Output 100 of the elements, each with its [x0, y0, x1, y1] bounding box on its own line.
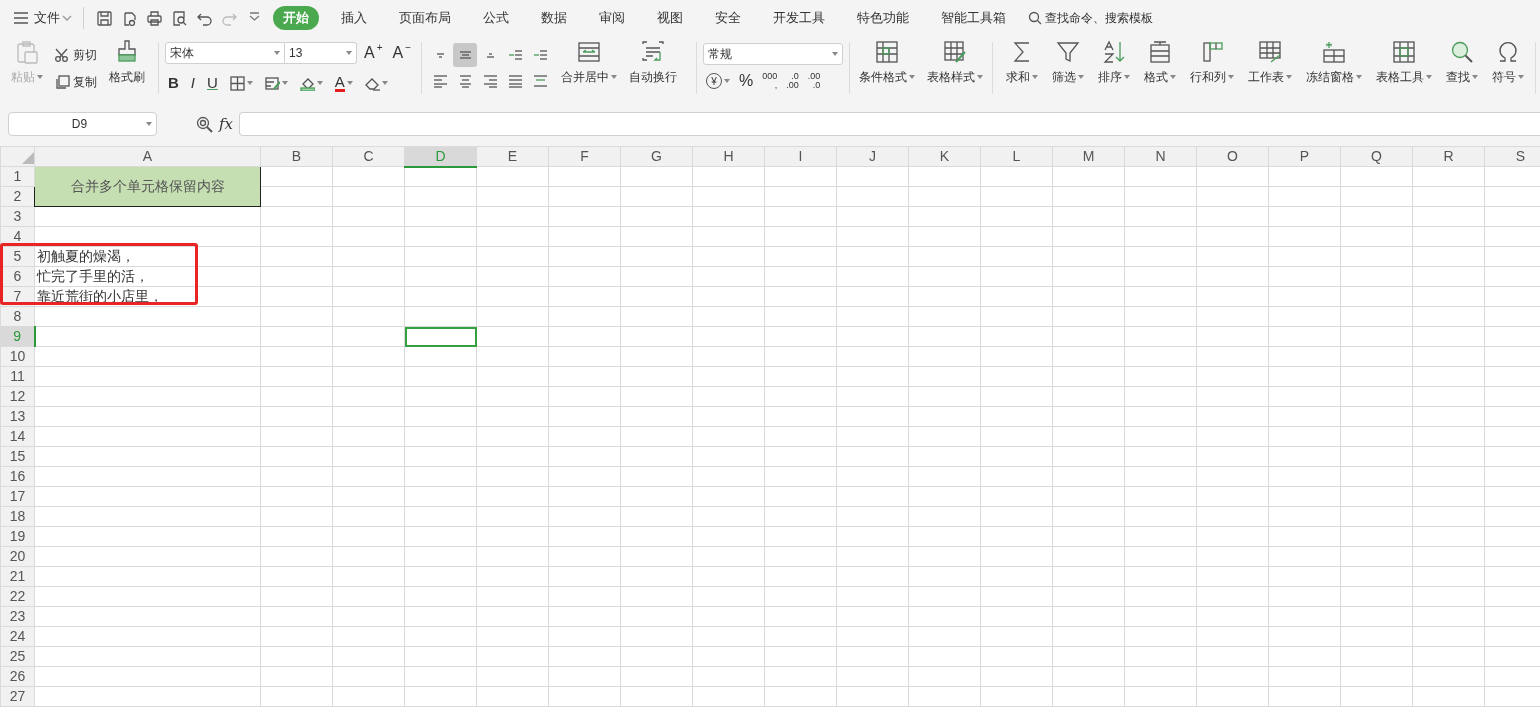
row-header[interactable]: 18	[0, 506, 35, 527]
percent-button[interactable]: %	[736, 69, 757, 93]
filter-button[interactable]: 筛选	[1047, 36, 1089, 100]
column-header[interactable]: R	[1412, 146, 1485, 167]
font-grow-button[interactable]: A$^{+}$	[361, 41, 386, 65]
ribbon-tab[interactable]: 公式	[473, 6, 519, 30]
row-header[interactable]: 8	[0, 306, 35, 327]
alignment-button[interactable]	[453, 43, 477, 67]
align-middle-icon	[458, 51, 472, 59]
ribbon-tab[interactable]: 智能工具箱	[931, 6, 1016, 30]
copy-button[interactable]: 复制	[52, 69, 100, 94]
column-header[interactable]: L	[980, 146, 1053, 167]
number-button[interactable]: .0 .00	[783, 69, 802, 93]
ribbon-tab[interactable]: 特色功能	[847, 6, 919, 30]
ribbon-tab[interactable]: 视图	[647, 6, 693, 30]
format-painter-button[interactable]: 格式刷	[106, 36, 148, 100]
ribbon-tab[interactable]: 开发工具	[763, 6, 835, 30]
search-button[interactable]: 查找	[1441, 36, 1483, 100]
align-top-icon	[435, 52, 445, 58]
number-format-select[interactable]: 常规	[703, 43, 843, 65]
row-header[interactable]: 25	[0, 646, 35, 667]
column-header[interactable]: Q	[1340, 146, 1413, 167]
ribbon-tab[interactable]: 安全	[705, 6, 751, 30]
row-header[interactable]: 20	[0, 546, 35, 567]
row-header[interactable]: 22	[0, 586, 35, 607]
formula-field[interactable]	[239, 112, 1540, 136]
column-header[interactable]: O	[1196, 146, 1269, 167]
row-header[interactable]: 11	[0, 366, 35, 387]
row-header[interactable]: 19	[0, 526, 35, 547]
row-header[interactable]: 21	[0, 566, 35, 587]
column-header[interactable]: K	[908, 146, 981, 167]
bold-button[interactable]: B	[165, 71, 182, 95]
column-header[interactable]: N	[1124, 146, 1197, 167]
column-header[interactable]: I	[764, 146, 837, 167]
table-style-button[interactable]: 表格样式	[924, 36, 986, 100]
column-header[interactable]: G	[620, 146, 693, 167]
number-button[interactable]: .00 .0	[804, 69, 824, 93]
column-header[interactable]: P	[1268, 146, 1341, 167]
column-header[interactable]: C	[332, 146, 405, 167]
omega-button[interactable]: 符号	[1487, 36, 1529, 100]
wrap-text-button[interactable]: 自动换行	[626, 36, 680, 100]
cell-text: 忙完了手里的活，	[35, 268, 149, 284]
column-header[interactable]: B	[260, 146, 333, 167]
chevron-icon	[62, 15, 72, 21]
search-icon	[1450, 40, 1474, 64]
row-header[interactable]: 16	[0, 466, 35, 487]
conditional-format-icon	[875, 40, 899, 64]
row-header[interactable]: 23	[0, 606, 35, 627]
sort-button[interactable]: 排序	[1093, 36, 1135, 100]
active-cell[interactable]	[404, 326, 477, 347]
merge-cells-button[interactable]: 合并居中	[558, 36, 620, 100]
function-button[interactable]: fx	[216, 112, 236, 136]
row-header[interactable]: 3	[0, 206, 35, 227]
select-all-corner[interactable]	[0, 146, 35, 167]
row-header[interactable]: 10	[0, 346, 35, 367]
row-header[interactable]: 15	[0, 446, 35, 467]
rows-columns-button[interactable]: 行和列	[1185, 36, 1239, 100]
font-size-select[interactable]: 13	[285, 42, 357, 64]
ribbon-tab[interactable]: 页面布局	[389, 6, 461, 30]
row-header[interactable]: 2	[0, 186, 35, 207]
align-center-icon	[458, 74, 472, 88]
italic-button[interactable]: I	[187, 71, 198, 95]
column-header[interactable]: A	[34, 146, 261, 167]
row-header[interactable]: 17	[0, 486, 35, 507]
column-header[interactable]: S	[1484, 146, 1540, 167]
column-header[interactable]: J	[836, 146, 909, 167]
row-header[interactable]: 14	[0, 426, 35, 447]
row-header[interactable]: 27	[0, 686, 35, 707]
format-button[interactable]: 格式	[1139, 36, 1181, 100]
table-tools-button[interactable]: 表格工具	[1371, 36, 1437, 100]
preview-icon	[172, 10, 187, 26]
row-header[interactable]: 12	[0, 386, 35, 407]
row-header[interactable]: 1	[0, 166, 35, 187]
search-icon	[1028, 11, 1042, 25]
font-select[interactable]: 宋体	[165, 42, 285, 64]
freeze-panes-button[interactable]: 冻结窗格	[1301, 36, 1367, 100]
sigma-button[interactable]: 求和	[1001, 36, 1043, 100]
column-header[interactable]: F	[548, 146, 621, 167]
name-box[interactable]: D9	[8, 112, 157, 136]
wrap-text-icon	[641, 40, 665, 64]
column-header[interactable]: E	[476, 146, 549, 167]
row-header[interactable]: 13	[0, 406, 35, 427]
cut-button[interactable]: 剪切	[52, 42, 100, 67]
ribbon-tab[interactable]: 审阅	[589, 6, 635, 30]
worksheet-button[interactable]: 工作表	[1243, 36, 1297, 100]
search-command[interactable]: 查找命令、搜索模板	[1045, 9, 1153, 27]
column-header[interactable]: M	[1052, 146, 1125, 167]
ribbon-tab[interactable]: 插入	[331, 6, 377, 30]
number-button[interactable]: 000 ,	[759, 69, 781, 93]
column-header[interactable]: H	[692, 146, 765, 167]
currency-button[interactable]: ¥	[703, 69, 733, 93]
row-header[interactable]: 26	[0, 666, 35, 687]
align-left-icon	[432, 74, 448, 88]
row-header[interactable]: 24	[0, 626, 35, 647]
underline-button[interactable]: U	[204, 71, 221, 95]
font-shrink-button[interactable]: A$^{−}$	[389, 41, 415, 65]
conditional-format-button[interactable]: 条件格式	[856, 36, 918, 100]
ribbon-tab[interactable]: 数据	[531, 6, 577, 30]
file-menu[interactable]: 文件	[31, 6, 75, 30]
font-color-button[interactable]: A	[331, 71, 356, 95]
